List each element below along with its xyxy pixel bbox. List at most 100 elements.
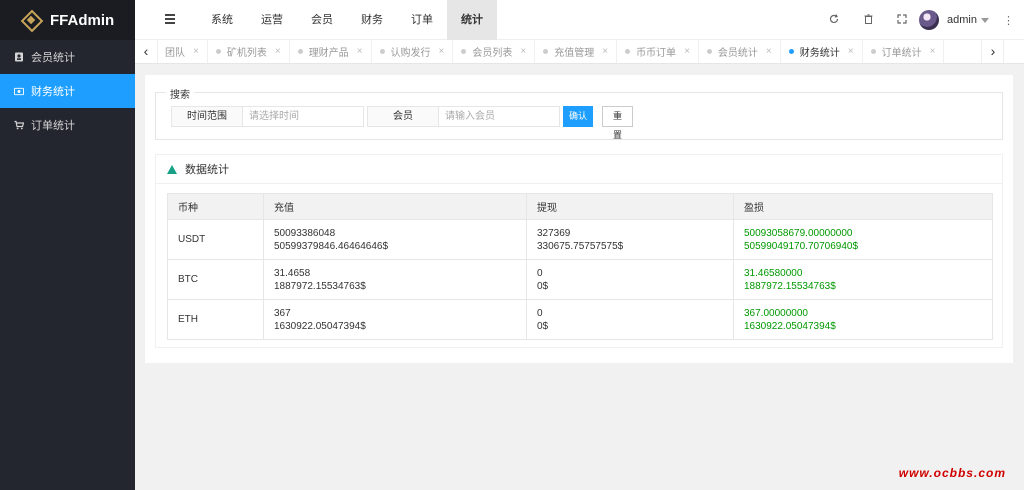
tab-label: 理财产品 (308, 48, 349, 59)
cell-profit: 367.00000000 1630922.05047394$ (733, 299, 993, 340)
cell-deposit: 31.4658 1887972.15534763$ (263, 259, 527, 300)
tab-recharge[interactable]: 充值管理 × (535, 40, 618, 63)
cell-deposit: 50093386048 50599379846.46464646$ (263, 219, 527, 260)
tab-coin-orders[interactable]: 币币订单 × (617, 40, 699, 63)
confirm-button[interactable]: 确认 (563, 106, 593, 127)
nav-statistics[interactable]: 统计 (447, 0, 497, 40)
deposit-amount: 367 (274, 307, 291, 319)
card-header: 数据统计 (156, 155, 1002, 184)
tab-label: 矿机列表 (226, 48, 267, 59)
profit-usd: 1887972.15534763$ (744, 280, 836, 292)
avatar[interactable] (919, 10, 940, 30)
tab-dot-icon (870, 49, 876, 54)
member-input[interactable] (439, 107, 559, 126)
close-icon[interactable]: × (275, 46, 281, 57)
warning-icon (167, 164, 177, 174)
tab-dot-icon (215, 49, 221, 54)
stats-table: 币种 充值 提现 盈损 USDT 50093386048 50599379846.… (167, 193, 993, 340)
cell-withdraw: 327369 330675.75757575$ (526, 219, 734, 260)
tab-label: 会员列表 (472, 48, 513, 59)
main-content: 搜索 时间范围 会员 确认 重置 数据统计 币种 充值 提现 盈损 (145, 75, 1013, 363)
deposit-usd: 1630922.05047394$ (274, 320, 366, 332)
nav-system[interactable]: 系统 (197, 0, 247, 40)
tab-team[interactable]: 团队 × (157, 40, 208, 63)
tab-wealth-products[interactable]: 理财产品 × (290, 40, 372, 63)
tab-label: 财务统计 (799, 48, 840, 59)
close-icon[interactable]: × (602, 46, 608, 57)
cell-coin: ETH (167, 299, 264, 340)
fullscreen-icon[interactable] (885, 13, 919, 27)
tab-dot-icon (706, 49, 712, 54)
cell-profit: 31.46580000 1887972.15534763$ (733, 259, 993, 300)
nav-operation[interactable]: 运营 (247, 0, 297, 40)
profit-amount: 367.00000000 (744, 307, 808, 319)
tab-member-list[interactable]: 会员列表 × (453, 40, 536, 63)
cell-withdraw: 0 0$ (526, 299, 734, 340)
tab-options[interactable] (1003, 40, 1024, 63)
cell-coin: USDT (167, 219, 264, 260)
sidebar: FFAdmin 会员统计 财务统计 订单统计 (0, 0, 135, 490)
withdraw-amount: 0 (537, 267, 543, 279)
table-row: USDT 50093386048 50599379846.46464646$ 32… (167, 219, 993, 260)
deposit-amount: 50093386048 (274, 227, 336, 239)
nav-member[interactable]: 会员 (297, 0, 347, 40)
menu-toggle-icon[interactable] (165, 14, 175, 24)
close-icon[interactable]: × (357, 46, 363, 57)
withdraw-usd: 0$ (537, 280, 549, 292)
tab-finance-stats[interactable]: 财务统计 × (781, 40, 863, 63)
tab-order-stats[interactable]: 订单统计 × (863, 40, 945, 63)
withdraw-usd: 330675.75757575$ (537, 240, 624, 252)
logo[interactable]: FFAdmin (0, 0, 135, 40)
nav-finance[interactable]: 财务 (347, 0, 397, 40)
deposit-amount: 31.4658 (274, 267, 311, 279)
search-legend: 搜索 (166, 86, 194, 101)
tab-list: 团队 × 矿机列表 × 理财产品 × 认购发行 × 会员列表 × 充值管理 × 币币订单 × … (157, 40, 977, 63)
withdraw-usd: 0$ (537, 320, 549, 332)
money-icon (14, 86, 24, 96)
profit-usd: 50599049170.70706940$ (744, 240, 859, 252)
user-name[interactable]: admin (947, 14, 977, 26)
reset-button[interactable]: 重置 (602, 106, 633, 140)
tab-label: 订单统计 (881, 48, 922, 59)
profit-usd: 1630922.05047394$ (744, 320, 836, 332)
chevron-down-icon[interactable] (981, 17, 989, 23)
tab-dot-icon (461, 49, 467, 54)
sidebar-item-member-stats[interactable]: 会员统计 (0, 40, 135, 74)
close-icon[interactable]: × (848, 46, 854, 57)
close-icon[interactable]: × (684, 46, 690, 57)
stats-card: 数据统计 币种 充值 提现 盈损 USDT 50093386048 5059937… (155, 154, 1003, 348)
tab-dot-icon (543, 49, 549, 54)
cell-deposit: 367 1630922.05047394$ (263, 299, 527, 340)
top-nav: 系统 运营 会员 财务 订单 统计 (197, 0, 497, 40)
tab-scroll-right-icon[interactable]: › (981, 40, 1004, 63)
deposit-usd: 50599379846.46464646$ (274, 240, 389, 252)
time-range-input[interactable] (243, 107, 363, 126)
tab-member-stats[interactable]: 会员统计 × (699, 40, 781, 63)
more-vertical-icon[interactable]: ⋮ (1003, 14, 1014, 27)
sidebar-item-finance-stats[interactable]: 财务统计 (0, 74, 135, 108)
table-header-row: 币种 充值 提现 盈损 (167, 193, 993, 220)
search-fieldset: 搜索 时间范围 会员 确认 重置 (155, 86, 1003, 140)
trash-icon[interactable] (851, 13, 885, 27)
tab-dot-icon (297, 49, 303, 54)
close-icon[interactable]: × (766, 46, 772, 57)
close-icon[interactable]: × (520, 46, 526, 57)
sidebar-item-label: 财务统计 (31, 86, 75, 98)
nav-order[interactable]: 订单 (397, 0, 447, 40)
tab-label: 币币订单 (636, 48, 677, 59)
tab-label: 认购发行 (390, 48, 431, 59)
close-icon[interactable]: × (439, 46, 445, 57)
tab-bar: ‹ 团队 × 矿机列表 × 理财产品 × 认购发行 × 会员列表 × 充值管理 × 币币订单… (135, 40, 1024, 64)
tab-dot-icon (379, 49, 385, 54)
tab-scroll-left-icon[interactable]: ‹ (135, 40, 158, 63)
close-icon[interactable]: × (193, 46, 199, 57)
close-icon[interactable]: × (930, 46, 936, 57)
col-profit: 盈损 (733, 193, 993, 220)
member-label: 会员 (368, 107, 439, 126)
refresh-icon[interactable] (817, 13, 851, 27)
tab-subscription[interactable]: 认购发行 × (372, 40, 454, 63)
cart-icon (14, 120, 24, 130)
tab-miner-list[interactable]: 矿机列表 × (208, 40, 290, 63)
sidebar-item-order-stats[interactable]: 订单统计 (0, 108, 135, 142)
top-header: 系统 运营 会员 财务 订单 统计 admin ⋮ (135, 0, 1024, 40)
